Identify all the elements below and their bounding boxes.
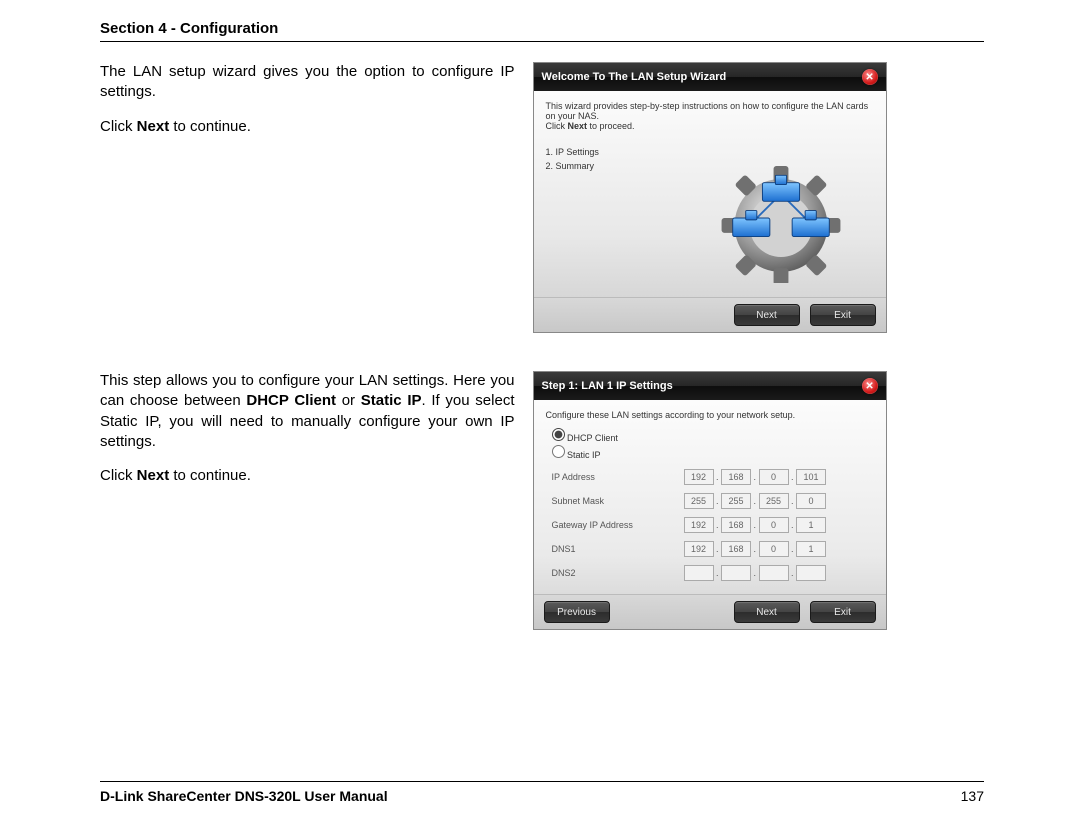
ip-a[interactable] <box>684 469 714 485</box>
close-icon[interactable]: ✕ <box>862 69 878 85</box>
wizard-title-bar-2: Step 1: LAN 1 IP Settings ✕ <box>534 372 886 400</box>
page-footer: D-Link ShareCenter DNS-320L User Manual … <box>100 781 984 804</box>
para-3: This step allows you to configure your L… <box>100 371 515 452</box>
dns2-d[interactable] <box>796 565 826 581</box>
dns2-b[interactable] <box>721 565 751 581</box>
gw-a[interactable] <box>684 517 714 533</box>
wizard-intro-3: Configure these LAN settings according t… <box>546 410 874 420</box>
wizard-body-2: Configure these LAN settings according t… <box>534 400 886 594</box>
close-icon[interactable]: ✕ <box>862 378 878 394</box>
row-ip: IP Address . . . <box>548 466 831 488</box>
mask-c[interactable] <box>759 493 789 509</box>
gw-d[interactable] <box>796 517 826 533</box>
section-header: Section 4 - Configuration <box>100 20 984 42</box>
dns1-a[interactable] <box>684 541 714 557</box>
wizard-intro-2: Click Next to proceed. <box>546 121 874 131</box>
row-1: The LAN setup wizard gives you the optio… <box>100 62 984 333</box>
exit-button[interactable]: Exit <box>810 601 876 623</box>
wizard-body: This wizard provides step-by-step instru… <box>534 91 886 297</box>
row-dns1: DNS1 . . . <box>548 538 831 560</box>
dns1-c[interactable] <box>759 541 789 557</box>
previous-button[interactable]: Previous <box>544 601 610 623</box>
gw-b[interactable] <box>721 517 751 533</box>
row-dns2: DNS2 . . . <box>548 562 831 584</box>
row-mask: Subnet Mask . . . <box>548 490 831 512</box>
dns2-c[interactable] <box>759 565 789 581</box>
dns2-label: DNS2 <box>548 562 678 584</box>
dns2-a[interactable] <box>684 565 714 581</box>
mask-d[interactable] <box>796 493 826 509</box>
dhcp-option: DHCP Client <box>552 428 874 443</box>
screenshot-1: Welcome To The LAN Setup Wizard ✕ This w… <box>533 62 984 333</box>
mask-b[interactable] <box>721 493 751 509</box>
text-block-2: This step allows you to configure your L… <box>100 371 515 630</box>
dns1-label: DNS1 <box>548 538 678 560</box>
ip-b[interactable] <box>721 469 751 485</box>
wizard-welcome: Welcome To The LAN Setup Wizard ✕ This w… <box>533 62 887 333</box>
next-button[interactable]: Next <box>734 601 800 623</box>
mask-a[interactable] <box>684 493 714 509</box>
ip-c[interactable] <box>759 469 789 485</box>
dns1-d[interactable] <box>796 541 826 557</box>
gear-network-icon <box>706 153 856 283</box>
wizard-intro-1: This wizard provides step-by-step instru… <box>546 101 874 121</box>
dhcp-radio[interactable] <box>552 428 565 441</box>
ip-form-table: IP Address . . . Subnet Mask . . <box>546 464 833 586</box>
static-option: Static IP <box>552 445 874 460</box>
dhcp-label: DHCP Client <box>567 433 618 443</box>
wizard-footer: Next Exit <box>534 297 886 332</box>
dns1-b[interactable] <box>721 541 751 557</box>
text-block-1: The LAN setup wizard gives you the optio… <box>100 62 515 333</box>
para-4: Click Next to continue. <box>100 466 515 486</box>
gw-c[interactable] <box>759 517 789 533</box>
row-gw: Gateway IP Address . . . <box>548 514 831 536</box>
page-number: 137 <box>961 788 984 804</box>
static-radio[interactable] <box>552 445 565 458</box>
mask-label: Subnet Mask <box>548 490 678 512</box>
ip-d[interactable] <box>796 469 826 485</box>
exit-button[interactable]: Exit <box>810 304 876 326</box>
footer-title: D-Link ShareCenter DNS-320L User Manual <box>100 788 388 804</box>
screenshot-2: Step 1: LAN 1 IP Settings ✕ Configure th… <box>533 371 984 630</box>
gw-label: Gateway IP Address <box>548 514 678 536</box>
wizard-title-2: Step 1: LAN 1 IP Settings <box>542 380 673 392</box>
wizard-title-bar: Welcome To The LAN Setup Wizard ✕ <box>534 63 886 91</box>
static-label: Static IP <box>567 450 601 460</box>
next-button[interactable]: Next <box>734 304 800 326</box>
wizard-footer-2: Previous Next Exit <box>534 594 886 629</box>
wizard-title: Welcome To The LAN Setup Wizard <box>542 71 727 83</box>
para-1: The LAN setup wizard gives you the optio… <box>100 62 515 103</box>
wizard-ip-settings: Step 1: LAN 1 IP Settings ✕ Configure th… <box>533 371 887 630</box>
para-2: Click Next to continue. <box>100 117 515 137</box>
ip-label: IP Address <box>548 466 678 488</box>
row-2: This step allows you to configure your L… <box>100 371 984 630</box>
